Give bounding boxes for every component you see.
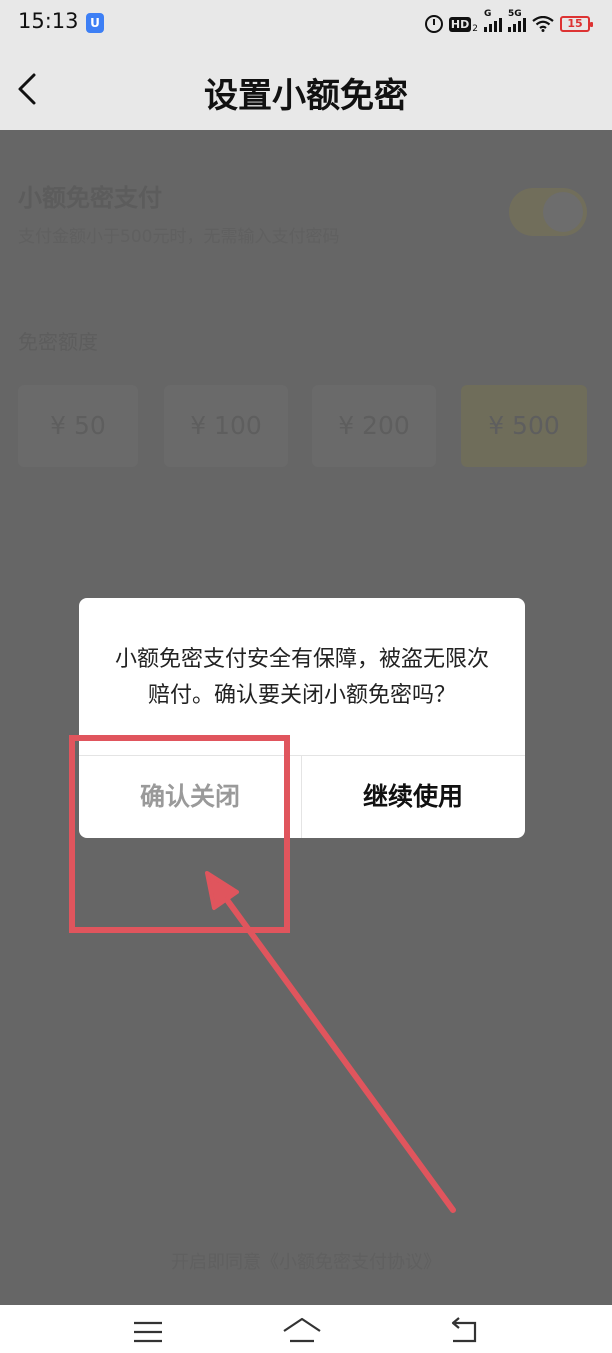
notification-app-icon: U [86, 13, 104, 33]
menu-icon[interactable] [128, 1313, 168, 1347]
signal-icon-sim1: G [484, 9, 502, 32]
status-time: 15:13 [18, 9, 79, 33]
setting-description: 支付金额小于500元时，无需输入支付密码 [18, 227, 340, 247]
pointer-arrow-shaft [219, 890, 456, 1213]
wifi-icon [532, 16, 554, 32]
confirm-dialog: 小额免密支付安全有保障，被盗无限次赔付。确认要关闭小额免密吗？ 确认关闭 继续使… [79, 598, 525, 838]
system-nav-bar [0, 1305, 612, 1353]
status-icons: HD 2 G 5G 15 [424, 9, 593, 36]
pointer-arrow-head [205, 871, 239, 910]
dialog-message: 小额免密支付安全有保障，被盗无限次赔付。确认要关闭小额免密吗？ [114, 647, 489, 708]
agreement-link[interactable]: 开启即同意《小额免密支付协议》 [0, 1248, 612, 1274]
battery-icon: 15 [560, 16, 593, 32]
status-bar: 15:13 U HD 2 G 5G 15 [0, 0, 612, 48]
small-payment-toggle[interactable] [509, 188, 587, 236]
home-icon[interactable] [282, 1313, 322, 1347]
toggle-knob [543, 192, 583, 232]
hd-voice-sim-label: 2 [472, 24, 478, 34]
amount-option-200[interactable]: ¥ 200 [312, 385, 436, 467]
hd-voice-icon: HD [448, 16, 472, 32]
signal-icon-sim2: 5G [508, 9, 526, 32]
confirm-close-button[interactable]: 确认关闭 [79, 756, 301, 838]
amount-option-100[interactable]: ¥ 100 [164, 385, 288, 467]
page-title: 设置小额免密 [204, 76, 408, 116]
continue-using-button[interactable]: 继续使用 [302, 756, 524, 838]
back-nav-icon[interactable] [445, 1313, 485, 1347]
limit-section-title: 免密额度 [18, 330, 98, 354]
alarm-icon [424, 15, 443, 33]
nav-header: 设置小额免密 [0, 48, 612, 130]
signal-type-label: G [484, 9, 492, 19]
amount-option-50[interactable]: ¥ 50 [18, 385, 138, 467]
amount-option-500[interactable]: ¥ 500 [461, 385, 587, 467]
signal-type-label: 5G [508, 9, 522, 19]
setting-title: 小额免密支付 [18, 184, 162, 212]
